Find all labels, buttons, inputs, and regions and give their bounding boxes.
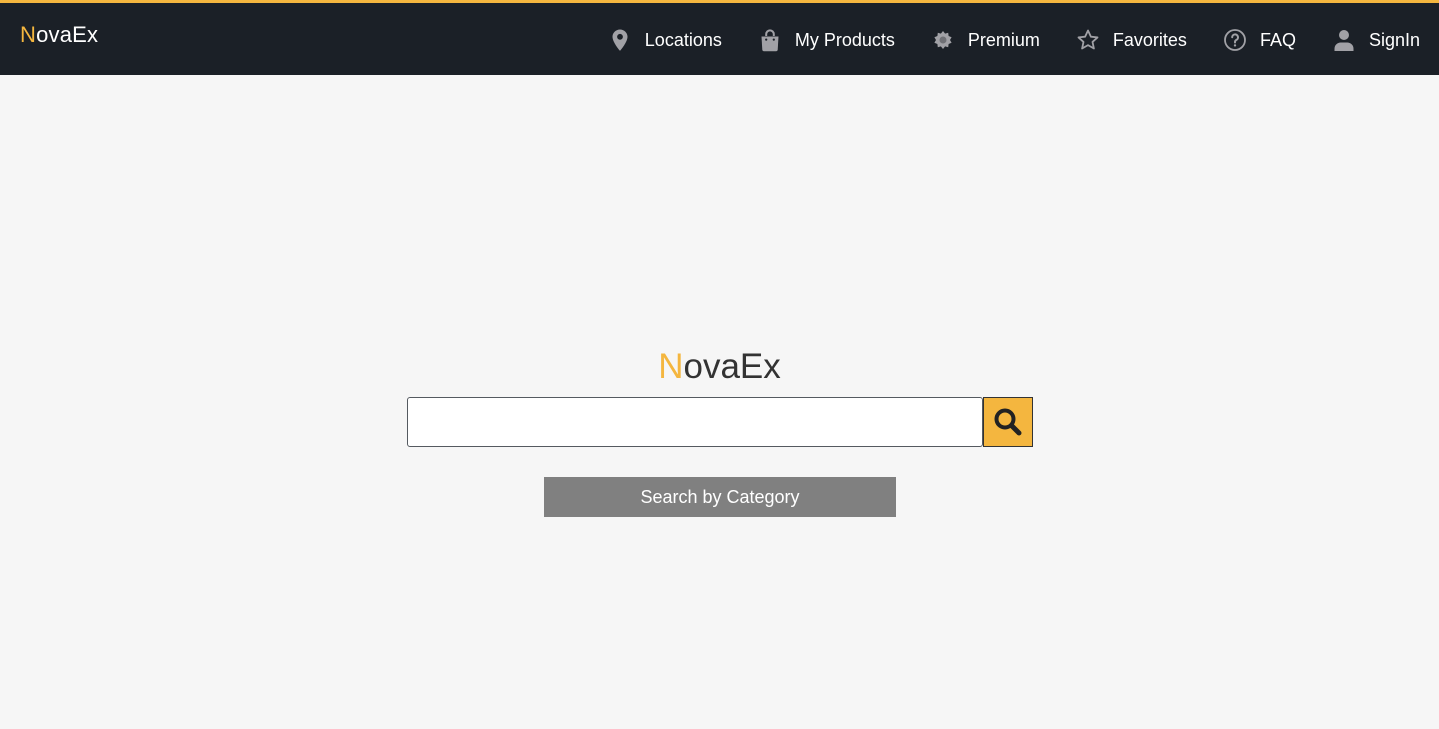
shopping-bag-icon xyxy=(758,28,782,52)
brand-logo-initial: N xyxy=(20,22,37,47)
search-bar xyxy=(407,397,1033,447)
nav-item-label: SignIn xyxy=(1368,29,1420,50)
nav-item-label: Premium xyxy=(967,29,1040,50)
brand-logo[interactable]: NovaEx xyxy=(20,22,98,48)
hero-title: NovaEx xyxy=(0,346,1439,388)
nav-item-faq[interactable]: FAQ xyxy=(1223,22,1296,58)
hero-title-initial: N xyxy=(658,347,684,386)
premium-badge-icon xyxy=(931,28,955,52)
nav-item-locations[interactable]: Locations xyxy=(608,22,722,58)
search-icon xyxy=(992,406,1024,438)
search-button[interactable] xyxy=(983,397,1033,447)
map-pin-icon xyxy=(608,28,632,52)
nav-item-label: Favorites xyxy=(1112,29,1187,50)
search-by-category-button[interactable]: Search by Category xyxy=(544,477,896,517)
star-icon xyxy=(1076,28,1100,52)
main-nav: Locations My Products Premium Favorites xyxy=(608,22,1420,58)
brand-logo-text: ovaEx xyxy=(36,22,99,47)
hero-title-text: ovaEx xyxy=(683,347,781,386)
nav-item-label: FAQ xyxy=(1259,29,1296,50)
search-input[interactable] xyxy=(407,397,983,447)
nav-item-label: My Products xyxy=(794,29,895,50)
nav-item-signin[interactable]: SignIn xyxy=(1332,22,1420,58)
nav-item-my-products[interactable]: My Products xyxy=(758,22,895,58)
question-circle-icon xyxy=(1223,28,1247,52)
user-icon xyxy=(1332,28,1356,52)
nav-item-premium[interactable]: Premium xyxy=(931,22,1040,58)
top-navigation-bar: NovaEx Locations My Products Premium Fav… xyxy=(0,0,1439,75)
nav-item-label: Locations xyxy=(644,29,722,50)
nav-item-favorites[interactable]: Favorites xyxy=(1076,22,1187,58)
